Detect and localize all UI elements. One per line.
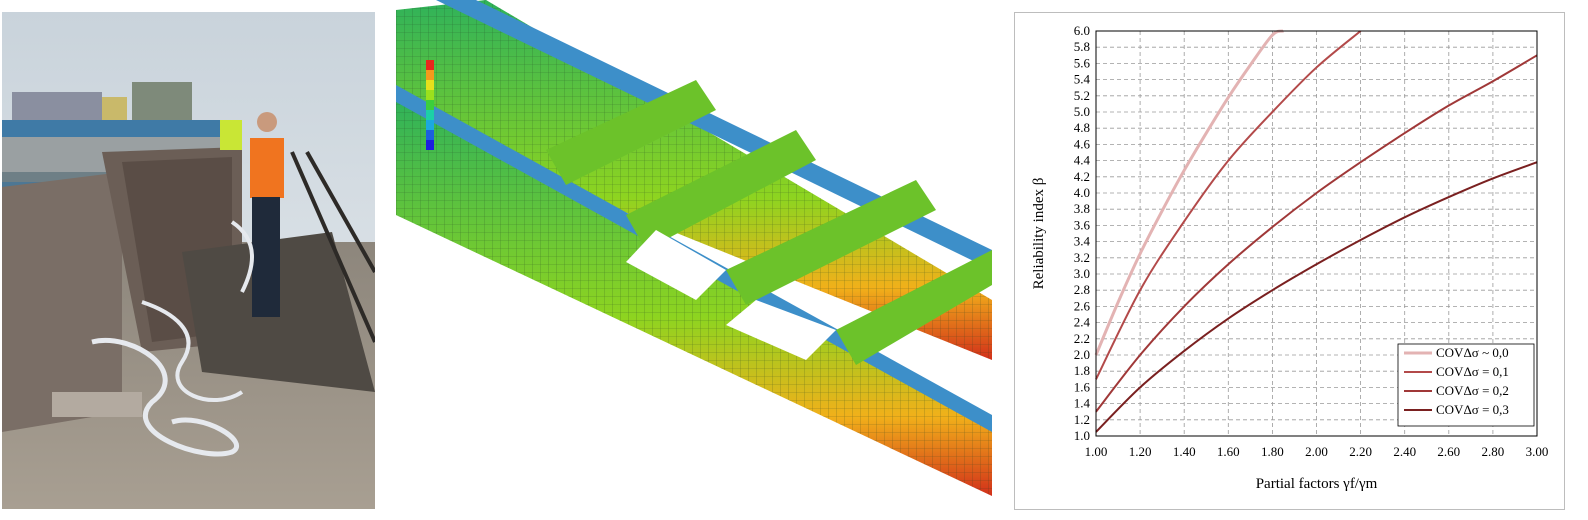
fem-model-icon bbox=[396, 0, 992, 496]
y-tick-label: 4.2 bbox=[1074, 169, 1090, 184]
fem-model-render bbox=[396, 0, 992, 496]
x-tick-label: 2.80 bbox=[1482, 444, 1505, 459]
y-tick-label: 1.4 bbox=[1074, 396, 1091, 411]
y-tick-label: 1.6 bbox=[1074, 379, 1091, 394]
legend-label: COVΔσ = 0,1 bbox=[1436, 364, 1509, 379]
y-tick-label: 5.2 bbox=[1074, 88, 1090, 103]
x-tick-label: 1.40 bbox=[1173, 444, 1196, 459]
chart-legend: COVΔσ ~ 0,0 COVΔσ = 0,1 COVΔσ = 0,2 COVΔσ =… bbox=[1397, 343, 1535, 427]
y-tick-label: 5.4 bbox=[1074, 72, 1091, 87]
photo-icon bbox=[2, 12, 375, 509]
y-tick-label: 4.0 bbox=[1074, 185, 1090, 200]
y-tick-label: 3.2 bbox=[1074, 250, 1090, 265]
x-tick-label: 3.00 bbox=[1526, 444, 1549, 459]
y-tick-label: 5.8 bbox=[1074, 39, 1090, 54]
y-tick-label: 3.4 bbox=[1074, 234, 1091, 249]
bridge-field-photo bbox=[2, 12, 375, 509]
y-tick-label: 1.8 bbox=[1074, 363, 1090, 378]
y-tick-label: 3.6 bbox=[1074, 217, 1091, 232]
x-tick-label: 2.00 bbox=[1305, 444, 1328, 459]
y-axis-ticks: 1.01.21.4 1.61.82.02.22.4 2.62.83.03.23.4 3… bbox=[1074, 23, 1091, 443]
x-tick-label: 1.60 bbox=[1217, 444, 1240, 459]
x-tick-label: 1.20 bbox=[1129, 444, 1152, 459]
legend-label: COVΔσ = 0,3 bbox=[1436, 402, 1509, 417]
y-tick-label: 2.2 bbox=[1074, 331, 1090, 346]
y-tick-label: 2.0 bbox=[1074, 347, 1090, 362]
y-tick-label: 4.6 bbox=[1074, 136, 1091, 151]
y-axis-title: Reliability index β bbox=[1031, 178, 1047, 290]
y-tick-label: 5.6 bbox=[1074, 55, 1091, 70]
y-tick-label: 2.6 bbox=[1074, 298, 1091, 313]
chart-svg: 1.00 1.20 1.40 1.60 1.80 2.00 2.20 2.40 2.60 2.80… bbox=[1031, 23, 1549, 492]
x-axis-ticks: 1.00 1.20 1.40 1.60 1.80 2.00 2.20 2.40 2.60 2.80… bbox=[1085, 444, 1549, 459]
x-tick-label: 2.40 bbox=[1393, 444, 1416, 459]
x-tick-label: 1.80 bbox=[1261, 444, 1284, 459]
legend-label: COVΔσ ~ 0,0 bbox=[1436, 345, 1509, 360]
y-tick-label: 4.8 bbox=[1074, 120, 1090, 135]
x-axis-title: Partial factors γf/γm bbox=[1256, 476, 1378, 492]
y-tick-label: 3.8 bbox=[1074, 201, 1090, 216]
y-tick-label: 5.0 bbox=[1074, 104, 1090, 119]
y-tick-label: 1.2 bbox=[1074, 412, 1090, 427]
reliability-chart: 1.00 1.20 1.40 1.60 1.80 2.00 2.20 2.40 2.60 2.80… bbox=[1014, 12, 1565, 510]
x-tick-label: 2.20 bbox=[1349, 444, 1372, 459]
y-tick-label: 2.4 bbox=[1074, 315, 1091, 330]
y-tick-label: 2.8 bbox=[1074, 282, 1090, 297]
y-tick-label: 6.0 bbox=[1074, 23, 1090, 38]
x-tick-label: 2.60 bbox=[1437, 444, 1460, 459]
legend-label: COVΔσ = 0,2 bbox=[1436, 383, 1509, 398]
y-tick-label: 3.0 bbox=[1074, 266, 1090, 281]
y-tick-label: 4.4 bbox=[1074, 153, 1091, 168]
y-tick-label: 1.0 bbox=[1074, 428, 1090, 443]
x-tick-label: 1.00 bbox=[1085, 444, 1108, 459]
